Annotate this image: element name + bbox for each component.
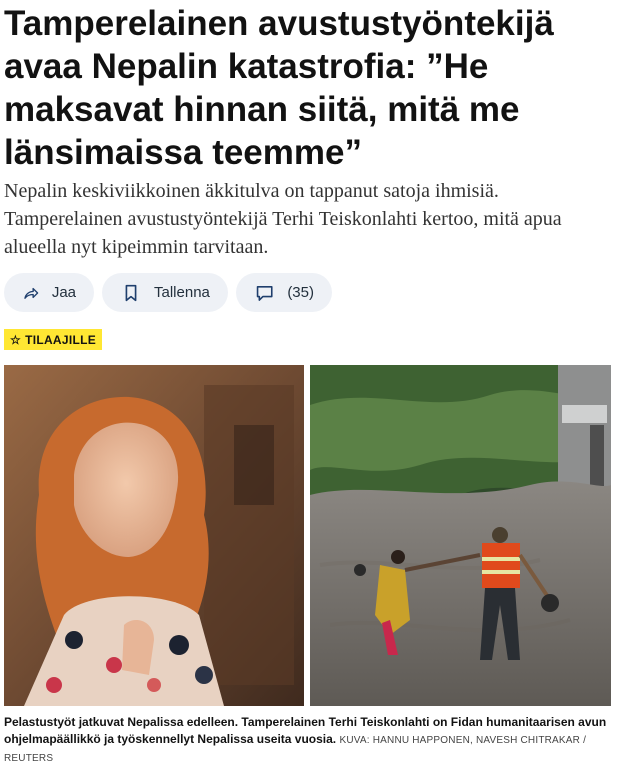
star-icon: ☆: [10, 332, 22, 347]
comments-button[interactable]: (35): [236, 273, 332, 312]
share-button[interactable]: Jaa: [4, 273, 94, 312]
article-headline: Tamperelainen avustustyöntekijä avaa Nep…: [4, 4, 554, 172]
badge-label: TILAAJILLE: [25, 332, 97, 347]
flood-photo: [310, 365, 611, 706]
share-label: Jaa: [51, 284, 76, 301]
subscriber-badge: ☆ TILAAJILLE: [4, 329, 103, 350]
article-lead: Nepalin keskiviikkoinen äkkitulva on tap…: [4, 180, 562, 258]
comment-icon: [256, 285, 273, 301]
article-actions: Jaa Tallenna (35): [4, 273, 332, 312]
save-label: Tallenna: [154, 284, 210, 301]
portrait-photo: [4, 365, 304, 706]
save-button[interactable]: Tallenna: [102, 273, 228, 312]
photo-caption: Pelastustyöt jatkuvat Nepalissa edelleen…: [4, 714, 616, 767]
comments-count: (35): [287, 284, 314, 301]
share-icon: [24, 287, 39, 299]
bookmark-icon: [125, 284, 137, 301]
